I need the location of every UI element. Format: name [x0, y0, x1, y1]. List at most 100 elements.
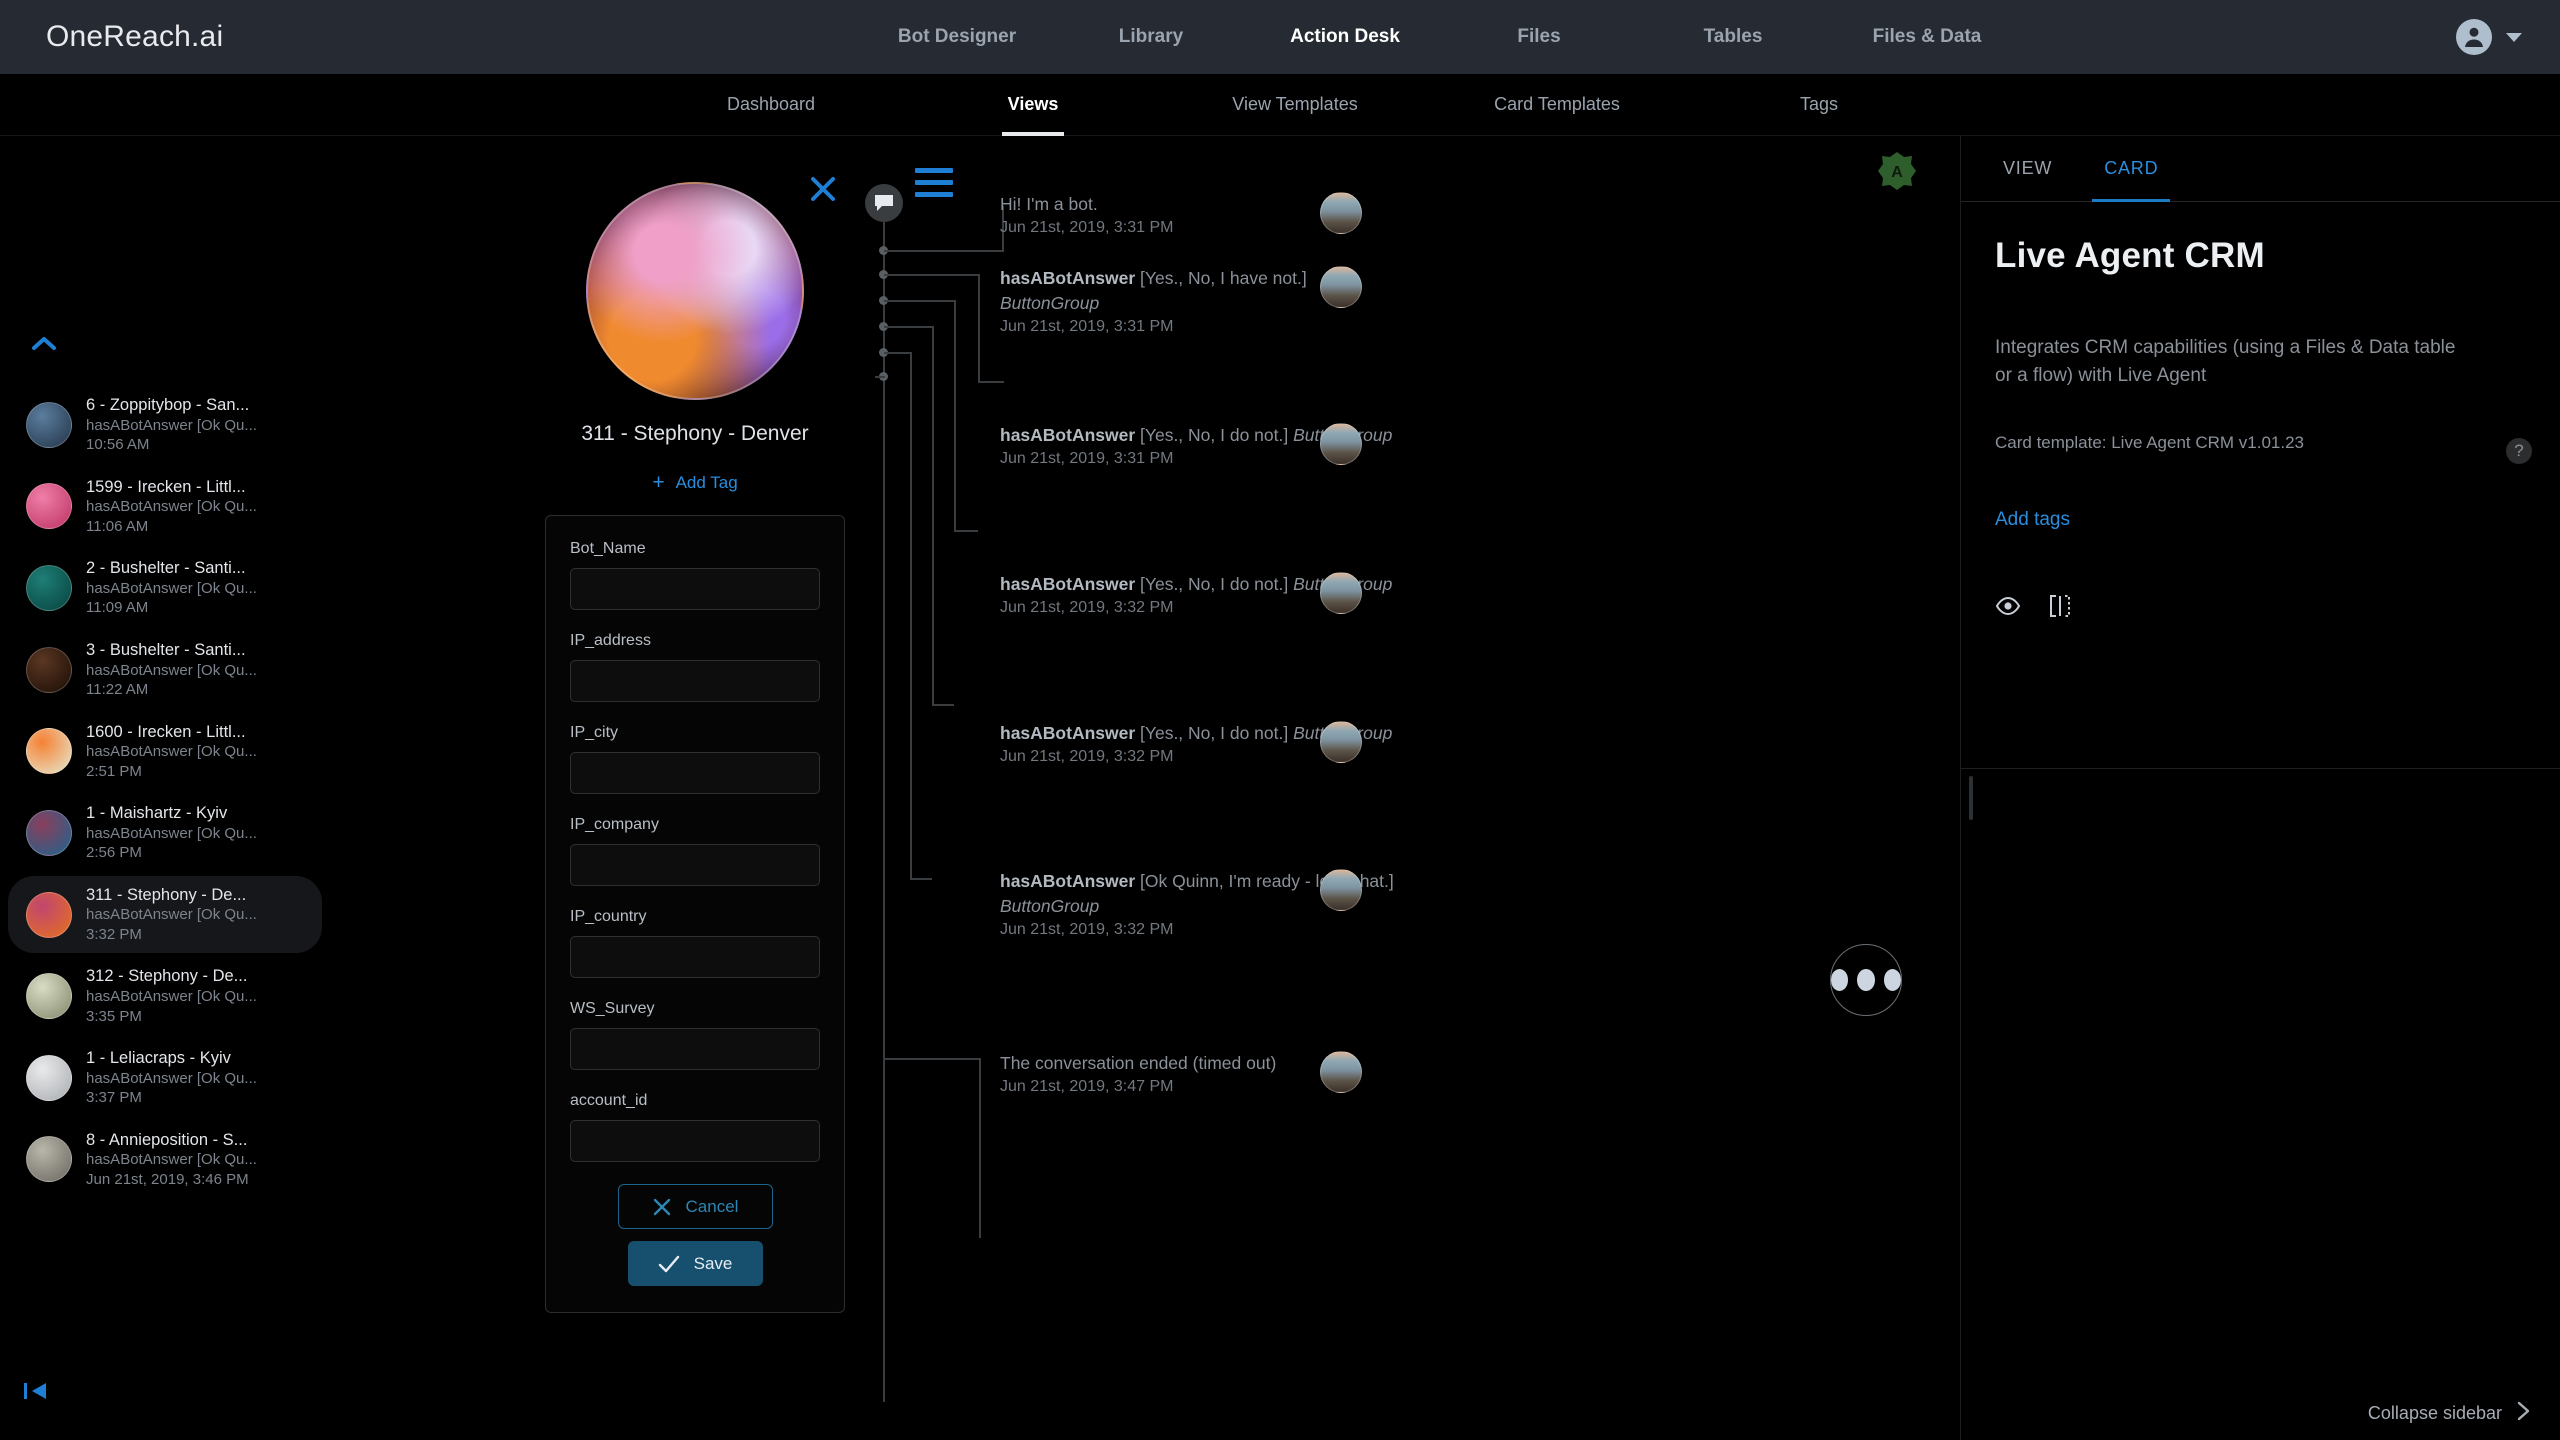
app-root: OneReach.ai Bot Designer Library Action … [0, 0, 2560, 1440]
timeline-branch [884, 250, 1004, 252]
conversation-avatar [26, 973, 72, 1019]
conversation-title: 1 - Maishartz - Kyiv [86, 803, 308, 824]
close-icon[interactable] [810, 176, 836, 207]
collapse-sidebar-button[interactable]: Collapse sidebar [2368, 1400, 2532, 1426]
conversation-list-item[interactable]: 2 - Bushelter - Santi...hasABotAnswer [O… [8, 549, 322, 627]
timeline-branch [883, 1058, 981, 1060]
tab-tags[interactable]: Tags [1800, 94, 1838, 115]
tab-card-templates[interactable]: Card Templates [1494, 94, 1620, 115]
add-tag-button[interactable]: + Add Tag [545, 472, 845, 493]
message-avatar [1320, 572, 1362, 614]
timeline-branch [883, 1060, 885, 1062]
contact-avatar [586, 182, 804, 400]
conversation-list-item[interactable]: 1 - Leliacraps - KyivhasABotAnswer [Ok Q… [8, 1039, 322, 1117]
top-navigation-bar: OneReach.ai Bot Designer Library Action … [0, 0, 2560, 74]
message-sender: hasABotAnswer [1000, 268, 1135, 288]
message-item[interactable]: hasABotAnswer [Yes., No, I do not.] Butt… [1000, 721, 1400, 766]
form-field-label: IP_country [570, 908, 820, 926]
form-field-input[interactable] [570, 844, 820, 886]
secondary-nav-bar: Dashboard Views View Templates Card Temp… [0, 74, 2560, 136]
timeline-branch [954, 530, 978, 532]
nav-item-action-desk[interactable]: Action Desk [1290, 26, 1400, 48]
form-field-input[interactable] [570, 752, 820, 794]
help-circle-icon[interactable]: ? [2506, 438, 2532, 464]
brackets-icon[interactable] [2047, 593, 2073, 624]
conversation-time: 2:51 PM [86, 762, 308, 782]
nav-item-files-and-data[interactable]: Files & Data [1873, 26, 1982, 48]
tab-slot-dashboard: Dashboard [640, 74, 902, 136]
message-item[interactable]: hasABotAnswer [Yes., No, I do not.] Butt… [1000, 423, 1400, 468]
conversation-list-item[interactable]: 1 - Maishartz - KyivhasABotAnswer [Ok Qu… [8, 794, 322, 872]
conversation-time: 11:06 AM [86, 517, 308, 537]
secondary-nav-items: Dashboard Views View Templates Card Temp… [640, 74, 1950, 136]
conversation-list[interactable]: 6 - Zoppitybop - San...hasABotAnswer [Ok… [0, 386, 330, 1202]
message-text: [Yes., No, I do not.] [1135, 425, 1293, 445]
chevron-up-icon[interactable] [28, 328, 60, 360]
collapse-left-icon[interactable] [22, 1376, 56, 1406]
add-tags-button[interactable]: Add tags [1995, 509, 2070, 531]
conversation-list-item[interactable]: 312 - Stephony - De...hasABotAnswer [Ok … [8, 957, 322, 1035]
account-menu[interactable] [2456, 19, 2522, 55]
tab-card[interactable]: CARD [2092, 136, 2170, 202]
message-text: [Yes., No, I do not.] [1135, 574, 1293, 594]
conversation-time: 10:56 AM [86, 435, 308, 455]
conversation-list-item[interactable]: 311 - Stephony - De...hasABotAnswer [Ok … [8, 876, 322, 954]
conversation-list-item[interactable]: 8 - Annieposition - S...hasABotAnswer [O… [8, 1121, 322, 1199]
message-item[interactable]: The conversation ended (timed out)Jun 21… [1000, 1051, 1400, 1096]
form-field-label: IP_company [570, 816, 820, 834]
conversation-list-item[interactable]: 1600 - Irecken - Littl...hasABotAnswer [… [8, 713, 322, 791]
tab-views[interactable]: Views [1008, 94, 1059, 115]
timeline-branch [884, 300, 956, 302]
agent-badge: A [1876, 150, 1918, 192]
message-component-type: ButtonGroup [1000, 896, 1099, 916]
nav-item-files[interactable]: Files [1517, 26, 1560, 48]
three-dots-icon[interactable] [1830, 944, 1902, 1016]
check-icon [658, 1254, 680, 1274]
form-field-label: IP_city [570, 724, 820, 742]
conversation-list-item[interactable]: 6 - Zoppitybop - San...hasABotAnswer [Ok… [8, 386, 322, 464]
form-field: IP_country [570, 908, 820, 978]
app-logo-text: OneReach.ai [46, 20, 223, 54]
panel-divider [1961, 768, 2560, 769]
nav-item-bot-designer[interactable]: Bot Designer [898, 26, 1016, 48]
form-field: IP_address [570, 632, 820, 702]
form-field-input[interactable] [570, 1120, 820, 1162]
conversation-text: 1 - Maishartz - KyivhasABotAnswer [Ok Qu… [86, 803, 308, 863]
form-field-input[interactable] [570, 660, 820, 702]
collapse-sidebar-label: Collapse sidebar [2368, 1403, 2502, 1424]
panel-scrollbar[interactable] [1969, 776, 1973, 820]
conversation-avatar [26, 810, 72, 856]
conversation-text: 1600 - Irecken - Littl...hasABotAnswer [… [86, 722, 308, 782]
message-item[interactable]: hasABotAnswer [Yes., No, I have not.] Bu… [1000, 266, 1400, 336]
card-description: Integrates CRM capabilities (using a Fil… [1995, 334, 2465, 389]
conversation-time: Jun 21st, 2019, 3:46 PM [86, 1170, 308, 1190]
nav-slot: Library [1054, 26, 1248, 48]
form-field: WS_Survey [570, 1000, 820, 1070]
cancel-button[interactable]: Cancel [618, 1184, 773, 1229]
app-logo[interactable]: OneReach.ai [46, 20, 223, 54]
chat-bubble-icon[interactable] [865, 184, 903, 222]
conversation-avatar [26, 647, 72, 693]
tab-view-templates[interactable]: View Templates [1232, 94, 1357, 115]
eye-icon[interactable] [1995, 597, 2021, 620]
chevron-down-icon[interactable] [2506, 33, 2522, 42]
conversation-list-item[interactable]: 3 - Bushelter - Santi...hasABotAnswer [O… [8, 631, 322, 709]
form-field-input[interactable] [570, 568, 820, 610]
form-field-input[interactable] [570, 1028, 820, 1070]
nav-item-tables[interactable]: Tables [1704, 26, 1763, 48]
tab-slot-views: Views [902, 74, 1164, 136]
timeline-branch [979, 1058, 981, 1238]
nav-slot: Files & Data [1830, 26, 2024, 48]
save-button[interactable]: Save [628, 1241, 763, 1286]
message-item[interactable]: Hi! I'm a bot.Jun 21st, 2019, 3:31 PM [1000, 192, 1400, 237]
message-item[interactable]: hasABotAnswer [Yes., No, I do not.] Butt… [1000, 572, 1400, 617]
message-item[interactable]: hasABotAnswer [Ok Quinn, I'm ready - let… [1000, 869, 1400, 939]
nav-item-library[interactable]: Library [1119, 26, 1183, 48]
form-field-input[interactable] [570, 936, 820, 978]
conversation-time: 11:22 AM [86, 680, 308, 700]
tab-view[interactable]: VIEW [1991, 136, 2064, 202]
hamburger-menu-icon[interactable] [915, 168, 953, 204]
conversation-list-item[interactable]: 1599 - Irecken - Littl...hasABotAnswer [… [8, 468, 322, 546]
conversation-preview: hasABotAnswer [Ok Qu... [86, 416, 308, 436]
tab-dashboard[interactable]: Dashboard [727, 94, 815, 115]
